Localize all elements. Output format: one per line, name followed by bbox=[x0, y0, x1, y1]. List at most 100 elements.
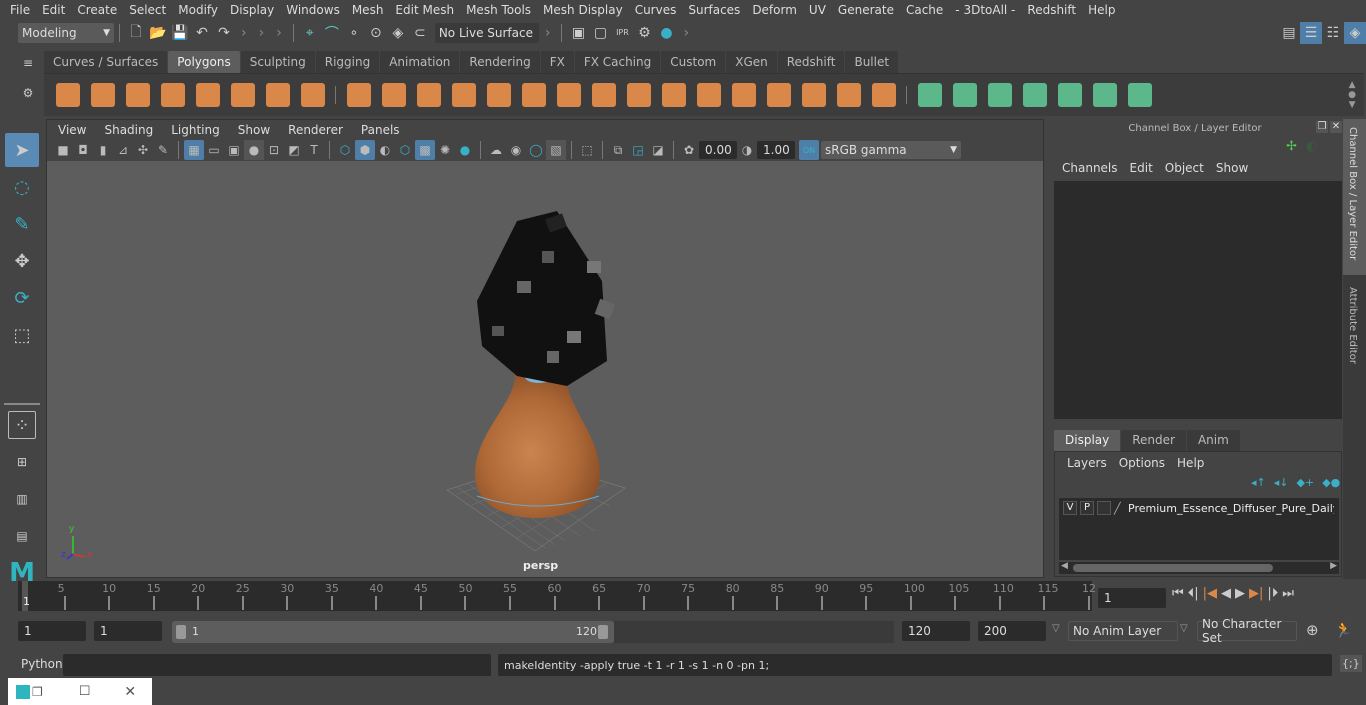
menu-create[interactable]: Create bbox=[71, 3, 123, 17]
merge-icon[interactable] bbox=[796, 79, 831, 111]
channel-box-icon[interactable]: ◈ bbox=[1344, 21, 1366, 44]
bookmark-icon[interactable]: ▮ bbox=[93, 140, 113, 160]
poly-pyramid-icon[interactable] bbox=[260, 79, 295, 111]
snap-point-icon[interactable]: ∘ bbox=[343, 22, 365, 44]
tab-channel-box[interactable]: Channel Box / Layer Editor bbox=[1343, 119, 1366, 275]
spherical-uv-icon[interactable] bbox=[982, 79, 1017, 111]
poly-pipe-icon[interactable] bbox=[295, 79, 330, 111]
channel-menu-edit[interactable]: Edit bbox=[1124, 161, 1159, 175]
persp-outliner-layout-icon[interactable]: ▥ bbox=[5, 482, 39, 516]
quadrangulate-icon[interactable] bbox=[866, 79, 901, 111]
poly-torus-icon[interactable] bbox=[225, 79, 260, 111]
shelf-tab-animation[interactable]: Animation bbox=[380, 51, 460, 73]
attribute-editor-icon[interactable]: ☰ bbox=[1300, 21, 1322, 44]
render-view-icon[interactable]: ▣ bbox=[567, 22, 589, 44]
shelf-tab-rendering[interactable]: Rendering bbox=[460, 51, 540, 73]
separate-icon[interactable] bbox=[376, 79, 411, 111]
auto-key-icon[interactable]: ⊕ bbox=[1306, 621, 1319, 639]
layer-row[interactable]: V P ╱ Premium_Essence_Diffuser_Pure_Dail… bbox=[1059, 498, 1339, 518]
uv-editor-icon[interactable] bbox=[1087, 79, 1122, 111]
motion-blur-icon[interactable]: ◉ bbox=[506, 140, 526, 160]
poly-cone-icon[interactable] bbox=[155, 79, 190, 111]
shadows-icon[interactable]: ● bbox=[455, 140, 475, 160]
smooth-shade-icon[interactable]: ⬢ bbox=[355, 140, 375, 160]
tab-attribute-editor[interactable]: Attribute Editor bbox=[1343, 279, 1366, 379]
menu-3dtoall[interactable]: - 3DtoAll - bbox=[949, 3, 1021, 17]
poly-sphere-icon[interactable] bbox=[50, 79, 85, 111]
move-layer-up-icon[interactable]: ◂↑ bbox=[1251, 476, 1266, 489]
automatic-uv-icon[interactable] bbox=[1017, 79, 1052, 111]
poly-plane-icon[interactable] bbox=[190, 79, 225, 111]
layer-tab-render[interactable]: Render bbox=[1121, 430, 1186, 451]
menu-redshift[interactable]: Redshift bbox=[1021, 3, 1082, 17]
menu-generate[interactable]: Generate bbox=[832, 3, 900, 17]
menu-uv[interactable]: UV bbox=[803, 3, 832, 17]
collapse-arrow-icon[interactable]: › bbox=[276, 25, 282, 41]
float-panel-icon[interactable]: ❐ bbox=[1316, 121, 1328, 133]
collapse-arrow-icon[interactable]: › bbox=[683, 25, 689, 41]
channel-menu-show[interactable]: Show bbox=[1210, 161, 1254, 175]
step-forward-key-icon[interactable]: ▶| bbox=[1249, 586, 1263, 601]
camera-attributes-icon[interactable]: ◘ bbox=[73, 140, 93, 160]
character-set-dropdown[interactable]: No Character Set bbox=[1197, 617, 1297, 645]
new-scene-icon[interactable]: 🗋 bbox=[125, 22, 147, 44]
extrude-icon[interactable] bbox=[586, 79, 621, 111]
new-layer-selected-icon[interactable]: ◆● bbox=[1322, 476, 1340, 489]
exposure-field[interactable]: 0.00 bbox=[699, 141, 737, 159]
layer-visibility-toggle[interactable]: V bbox=[1063, 501, 1077, 515]
menu-mesh-display[interactable]: Mesh Display bbox=[537, 3, 629, 17]
modeling-toolkit-icon[interactable]: ▤ bbox=[1278, 22, 1300, 44]
ipr-render-icon[interactable]: IPR bbox=[611, 22, 633, 44]
viewport-panel[interactable]: View Shading Lighting Show Renderer Panels ■ … bbox=[46, 119, 1044, 578]
poly-cylinder-icon[interactable] bbox=[120, 79, 155, 111]
script-editor-icon[interactable]: {;} bbox=[1340, 655, 1362, 672]
viewport-menu-view[interactable]: View bbox=[49, 123, 95, 137]
gamma-field[interactable]: 1.00 bbox=[757, 141, 795, 159]
play-forwards-icon[interactable]: ▶ bbox=[1235, 586, 1245, 601]
menu-cache[interactable]: Cache bbox=[900, 3, 949, 17]
scale-tool-icon[interactable]: ⬚ bbox=[5, 318, 39, 352]
channel-list[interactable] bbox=[1054, 181, 1342, 419]
smooth-icon[interactable] bbox=[446, 79, 481, 111]
use-all-lights-icon[interactable]: ✺ bbox=[435, 140, 455, 160]
scene-canvas[interactable] bbox=[47, 161, 1043, 577]
xray-joints-icon[interactable]: ◲ bbox=[628, 140, 648, 160]
layer-tab-anim[interactable]: Anim bbox=[1186, 430, 1240, 451]
append-icon[interactable] bbox=[726, 79, 761, 111]
range-end-handle[interactable] bbox=[598, 625, 608, 639]
use-default-material-icon[interactable]: ◐ bbox=[375, 140, 395, 160]
move-tool-icon[interactable]: ✥ bbox=[5, 244, 39, 278]
go-to-start-icon[interactable]: ⏮ bbox=[1172, 586, 1184, 601]
unfold-uv-icon[interactable] bbox=[1122, 79, 1157, 111]
viewport-menu-lighting[interactable]: Lighting bbox=[162, 123, 229, 137]
undo-icon[interactable]: ↶ bbox=[191, 22, 213, 44]
snap-grid-icon[interactable]: ⌖ bbox=[299, 22, 321, 44]
xray-components-icon[interactable]: ◪ bbox=[648, 140, 668, 160]
scene-end-field[interactable]: 200 bbox=[978, 621, 1046, 641]
time-slider[interactable]: 1 5 10 15 20 25 30 35 40 45 50 55 60 65 70 75 80 85 90 95 1… bbox=[18, 581, 1096, 611]
anim-layer-dropdown-icon[interactable]: ▽ bbox=[1052, 623, 1060, 634]
shelf-tab-bullet[interactable]: Bullet bbox=[845, 51, 899, 73]
collapse-arrow-icon[interactable]: › bbox=[259, 25, 265, 41]
viewport-menu-shading[interactable]: Shading bbox=[95, 123, 162, 137]
shelf-tab-fx[interactable]: FX bbox=[540, 51, 574, 73]
live-surface-field[interactable]: No Live Surface bbox=[434, 22, 539, 43]
bridge-icon[interactable] bbox=[621, 79, 656, 111]
range-start-handle[interactable] bbox=[176, 625, 186, 639]
reduce-icon[interactable] bbox=[481, 79, 516, 111]
close-panel-icon[interactable]: ✕ bbox=[1330, 121, 1342, 133]
command-language-label[interactable]: Python bbox=[21, 657, 63, 671]
paint-select-tool-icon[interactable]: ✎ bbox=[5, 207, 39, 241]
attribute-toggle-icon[interactable]: ◐ bbox=[1306, 139, 1317, 154]
shelf-tab-polygons[interactable]: Polygons bbox=[168, 51, 240, 73]
ambient-occlusion-icon[interactable]: ☁ bbox=[486, 140, 506, 160]
mirror-icon[interactable] bbox=[411, 79, 446, 111]
shelf-tab-curves-surfaces[interactable]: Curves / Surfaces bbox=[44, 51, 168, 73]
insert-loop-icon[interactable] bbox=[691, 79, 726, 111]
tool-settings-icon[interactable]: ☷ bbox=[1322, 22, 1344, 44]
poly-cube-icon[interactable] bbox=[85, 79, 120, 111]
menu-surfaces[interactable]: Surfaces bbox=[682, 3, 746, 17]
playback-end-field[interactable]: 120 bbox=[902, 621, 970, 641]
resolution-gate-icon[interactable]: ▣ bbox=[224, 140, 244, 160]
maximize-window-icon[interactable]: ☐ bbox=[79, 684, 91, 699]
